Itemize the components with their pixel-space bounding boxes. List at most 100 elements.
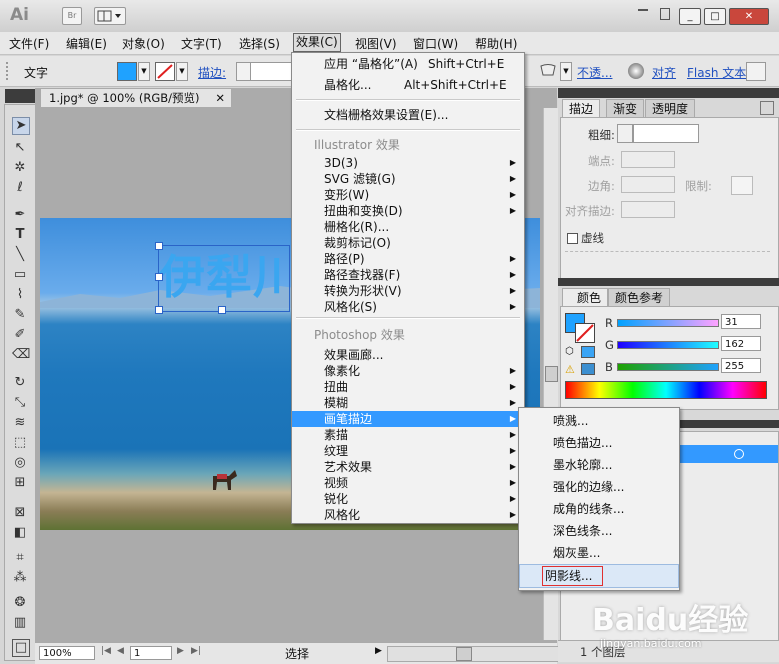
blend-tool-icon[interactable]: ⁂	[12, 570, 28, 586]
eraser-tool-icon[interactable]: ⌫	[12, 347, 30, 363]
illustrator-effect-item[interactable]: 扭曲和变换(D) ▶	[292, 203, 524, 219]
limit-input[interactable]	[731, 176, 753, 195]
panel-restore-icon[interactable]	[660, 8, 670, 20]
tab-transparency[interactable]: 透明度	[645, 99, 696, 117]
pencil-tool-icon[interactable]: ✎	[12, 307, 28, 323]
illustrator-effect-item[interactable]: 风格化(S) ▶	[292, 299, 524, 315]
opacity-link[interactable]: 不透...	[577, 64, 612, 81]
selection-handle[interactable]	[155, 242, 163, 250]
photoshop-effect-item[interactable]: 效果画廊...	[292, 347, 524, 363]
stroke-panel-menu-icon[interactable]	[760, 101, 774, 115]
menu-view[interactable]: 视图(V)	[354, 35, 398, 52]
rotate-tool-icon[interactable]: ↻	[12, 375, 28, 391]
illustrator-effect-item[interactable]: SVG 滤镜(G) ▶	[292, 171, 524, 187]
vertical-scroll-thumb[interactable]	[545, 366, 558, 382]
menu-select[interactable]: 选择(S)	[238, 35, 281, 52]
tab-color[interactable]: 颜色	[562, 288, 609, 306]
brush-stroke-item[interactable]: 喷色描边...	[519, 432, 679, 454]
control-panel-menu-icon[interactable]	[746, 62, 766, 81]
selection-handle[interactable]	[218, 306, 226, 314]
graph-tool-icon[interactable]: ▥	[12, 615, 28, 631]
g-input[interactable]: 162	[721, 336, 761, 351]
selection-handle[interactable]	[155, 306, 163, 314]
stroke-weight-field[interactable]	[250, 62, 292, 81]
brush-strokes-item-highlighted[interactable]: 画笔描边 ▶	[292, 411, 524, 427]
horizontal-scroll-thumb[interactable]	[456, 647, 472, 661]
dashed-line-checkbox[interactable]	[567, 233, 578, 244]
close-button[interactable]: ✕	[729, 8, 769, 25]
corner-buttons[interactable]	[621, 176, 675, 193]
shape-builder-tool-icon[interactable]: ◎	[12, 455, 28, 471]
brush-stroke-item[interactable]: 墨水轮廓...	[519, 454, 679, 476]
stroke-color-swatch[interactable]	[155, 62, 175, 81]
prev-artboard-icon[interactable]: ◀	[117, 646, 124, 656]
illustrator-effect-item[interactable]: 裁剪标记(O)	[292, 235, 524, 251]
style-icon[interactable]	[540, 63, 556, 77]
blob-brush-tool-icon[interactable]: ✐	[12, 327, 28, 343]
selection-tool-icon[interactable]: ➤	[12, 117, 30, 135]
stroke-weight-stepper[interactable]	[617, 124, 633, 143]
menu-help[interactable]: 帮助(H)	[474, 35, 518, 52]
bridge-button[interactable]: Br	[62, 7, 82, 25]
menu-file[interactable]: 文件(F)	[8, 35, 50, 52]
menu-object[interactable]: 对象(O)	[121, 35, 166, 52]
minimize-button[interactable]: _	[679, 8, 701, 25]
b-slider[interactable]	[617, 363, 719, 371]
brush-stroke-item[interactable]: 深色线条...	[519, 520, 679, 542]
artboard-tool-icon[interactable]: □	[12, 639, 30, 657]
last-effect-item[interactable]: 晶格化... Alt+Shift+Ctrl+E	[292, 77, 524, 93]
layer-target-icon[interactable]	[734, 449, 744, 459]
stroke-weight-input[interactable]	[633, 124, 699, 143]
rectangle-tool-icon[interactable]: ▭	[12, 267, 28, 283]
symbol-sprayer-tool-icon[interactable]: ❂	[12, 595, 28, 611]
text-object-selected[interactable]: 伊犁川	[158, 245, 290, 312]
color-spectrum-bar[interactable]	[565, 381, 767, 399]
b-input[interactable]: 255	[721, 358, 761, 373]
brush-stroke-item[interactable]: 成角的线条...	[519, 498, 679, 520]
stroke-dropdown-icon[interactable]: ▼	[176, 62, 188, 81]
menu-effect[interactable]: 效果(C)	[293, 33, 341, 52]
fill-color-swatch[interactable]	[117, 62, 137, 81]
paintbrush-tool-icon[interactable]: ⌇	[12, 287, 28, 303]
direct-selection-tool-icon[interactable]: ↖	[12, 140, 28, 156]
horizontal-scrollbar[interactable]	[387, 646, 559, 662]
stroke-swatch[interactable]	[575, 323, 595, 343]
warp-tool-icon[interactable]: ≋	[12, 415, 28, 431]
crosshatch-item-hover[interactable]: 阴影线...	[519, 564, 679, 588]
photoshop-effect-item[interactable]: 扭曲 ▶	[292, 379, 524, 395]
gradient-tool-icon[interactable]: ◧	[12, 525, 28, 541]
perspective-grid-tool-icon[interactable]: ⊞	[12, 475, 28, 491]
close-document-icon[interactable]: ✕	[215, 89, 225, 108]
mesh-tool-icon[interactable]: ⊠	[12, 505, 28, 521]
illustrator-effect-item[interactable]: 转换为形状(V) ▶	[292, 283, 524, 299]
selection-handle[interactable]	[155, 273, 163, 281]
illustrator-effect-item[interactable]: 路径(P) ▶	[292, 251, 524, 267]
dash-gap-fields[interactable]	[565, 251, 770, 266]
arrange-documents-button[interactable]	[94, 7, 126, 25]
tab-color-guide[interactable]: 颜色参考	[608, 288, 671, 306]
illustrator-effect-item[interactable]: 变形(W) ▶	[292, 187, 524, 203]
menu-type[interactable]: 文字(T)	[180, 35, 223, 52]
scale-tool-icon[interactable]: ⤡	[12, 395, 28, 411]
zoom-select[interactable]: 100%	[39, 646, 95, 660]
align-stroke-buttons[interactable]	[621, 201, 675, 218]
tab-gradient[interactable]: 渐变	[606, 99, 645, 117]
lasso-tool-icon[interactable]: ℓ	[12, 180, 28, 196]
eyedropper-tool-icon[interactable]: ⌗	[12, 550, 28, 566]
photoshop-effect-item[interactable]: 模糊 ▶	[292, 395, 524, 411]
brush-stroke-item[interactable]: 烟灰墨...	[519, 542, 679, 564]
in-gamut-swatch[interactable]	[581, 363, 595, 375]
illustrator-effect-item[interactable]: 栅格化(R)...	[292, 219, 524, 235]
fill-dropdown-icon[interactable]: ▼	[138, 62, 150, 81]
magic-wand-tool-icon[interactable]: ✲	[12, 160, 28, 176]
maximize-button[interactable]: □	[704, 8, 726, 25]
document-raster-settings-item[interactable]: 文档栅格效果设置(E)...	[292, 107, 524, 123]
photoshop-effect-item[interactable]: 锐化 ▶	[292, 491, 524, 507]
last-artboard-icon[interactable]: ▶|	[191, 646, 201, 656]
illustrator-effect-item[interactable]: 路径查找器(F) ▶	[292, 267, 524, 283]
style-dropdown-icon[interactable]: ▼	[560, 62, 572, 81]
brush-stroke-item[interactable]: 强化的边缘...	[519, 476, 679, 498]
photoshop-effect-item[interactable]: 艺术效果 ▶	[292, 459, 524, 475]
brush-stroke-item[interactable]: 喷溅...	[519, 410, 679, 432]
recolor-icon[interactable]	[628, 63, 644, 79]
